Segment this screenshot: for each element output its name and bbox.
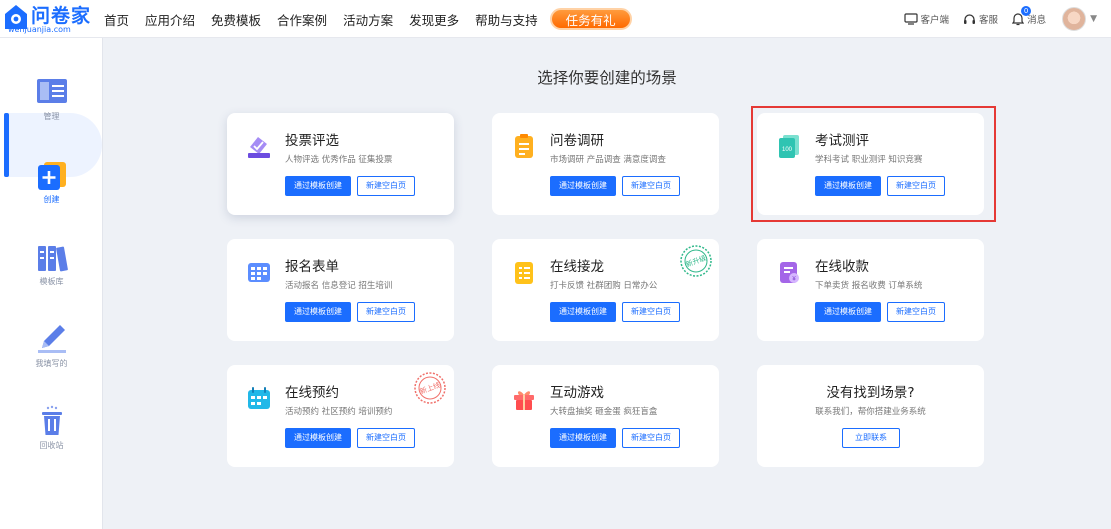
card-title: 报名表单 bbox=[285, 259, 339, 275]
nav-help[interactable]: 帮助与支持 bbox=[475, 10, 538, 29]
sidebar-item-template-library[interactable]: 模板库 bbox=[0, 243, 103, 313]
new-upgrade-stamp: 新升级 bbox=[680, 245, 712, 277]
page-title: 选择你要创建的场景 bbox=[537, 69, 677, 87]
sidebar-item-my-filled[interactable]: 我填写的 bbox=[0, 322, 103, 392]
chevron-down-icon[interactable]: ▼ bbox=[1090, 14, 1097, 24]
create-blank-button[interactable]: 新建空白页 bbox=[357, 302, 415, 322]
card-title: 在线接龙 bbox=[550, 259, 604, 275]
nav-home[interactable]: 首页 bbox=[104, 10, 129, 29]
card-not-found: 没有找到场景? 联系我们，帮你搭建业务系统 立即联系 bbox=[757, 365, 984, 467]
create-from-template-button[interactable]: 通过模板创建 bbox=[815, 302, 881, 322]
card-subtitle: 人物评选 优秀作品 征集投票 bbox=[285, 155, 393, 165]
create-from-template-button[interactable]: 通过模板创建 bbox=[550, 176, 616, 196]
client-label: 客户端 bbox=[920, 15, 950, 26]
gift-icon bbox=[514, 391, 534, 410]
create-from-template-button[interactable]: 通过模板创建 bbox=[285, 302, 351, 322]
messages-link[interactable]: 0 消息 bbox=[1012, 6, 1046, 26]
relay-icon bbox=[515, 262, 533, 284]
card-subtitle: 活动报名 信息登记 招生培训 bbox=[285, 281, 393, 291]
card-subtitle: 大转盘抽奖 砸金蛋 疯狂盲盒 bbox=[550, 407, 658, 417]
service-label: 客服 bbox=[979, 15, 999, 26]
create-from-template-button[interactable]: 通过模板创建 bbox=[550, 428, 616, 448]
card-relay[interactable]: 在线接龙 打卡反馈 社群团购 日常办公 通过模板创建 新建空白页 新升级 bbox=[492, 239, 719, 341]
not-found-title: 没有找到场景? bbox=[826, 385, 915, 401]
top-right-tools: 客户端 客服 0 消息 ▼ bbox=[890, 0, 1097, 38]
create-blank-button[interactable]: 新建空白页 bbox=[622, 176, 680, 196]
monitor-icon bbox=[903, 13, 918, 25]
template-library-icon bbox=[38, 246, 68, 272]
create-blank-button[interactable]: 新建空白页 bbox=[887, 302, 945, 322]
card-registration[interactable]: 报名表单 活动报名 信息登记 招生培训 通过模板创建 新建空白页 bbox=[227, 239, 454, 341]
card-payment[interactable]: ¥ 在线收款 下单卖货 报名收费 订单系统 通过模板创建 新建空白页 bbox=[757, 239, 984, 341]
create-icon bbox=[38, 162, 66, 190]
sidebar-label-my-filled: 我填写的 bbox=[35, 359, 68, 368]
sidebar-label-trash: 回收站 bbox=[39, 441, 64, 450]
vote-icon bbox=[248, 137, 270, 158]
top-bar: 问卷家 wenjuanjia.com 首页 应用介绍 免费模板 合作案例 活动方… bbox=[0, 0, 1111, 38]
headset-icon bbox=[964, 13, 976, 24]
card-subtitle: 活动预约 社区预约 培训预约 bbox=[285, 407, 393, 417]
create-blank-button[interactable]: 新建空白页 bbox=[357, 176, 415, 196]
card-title: 在线预约 bbox=[285, 385, 339, 401]
sidebar-label-template-library: 模板库 bbox=[39, 277, 64, 286]
card-booking[interactable]: 在线预约 活动预约 社区预约 培训预约 通过模板创建 新建空白页 新上线 bbox=[227, 365, 454, 467]
user-avatar[interactable] bbox=[1062, 7, 1087, 31]
task-reward-button[interactable]: 任务有礼 bbox=[549, 8, 632, 30]
create-blank-button[interactable]: 新建空白页 bbox=[622, 302, 680, 322]
card-subtitle: 市场调研 产品调查 满意度调查 bbox=[550, 155, 666, 165]
create-blank-button[interactable]: 新建空白页 bbox=[357, 428, 415, 448]
new-launch-stamp: 新上线 bbox=[414, 372, 446, 404]
form-icon bbox=[248, 263, 270, 282]
card-title: 在线收款 bbox=[815, 259, 869, 275]
pen-icon bbox=[38, 325, 66, 353]
calendar-icon bbox=[248, 387, 270, 409]
not-found-subtitle: 联系我们，帮你搭建业务系统 bbox=[815, 407, 926, 417]
sidebar-label-manage: 管理 bbox=[43, 112, 60, 121]
stamp-text: 新上线 bbox=[419, 380, 442, 396]
card-vote[interactable]: 投票评选 人物评选 优秀作品 征集投票 通过模板创建 新建空白页 bbox=[227, 113, 454, 215]
card-survey[interactable]: 问卷调研 市场调研 产品调查 满意度调查 通过模板创建 新建空白页 bbox=[492, 113, 719, 215]
card-title: 互动游戏 bbox=[550, 385, 604, 401]
nav-discover[interactable]: 发现更多 bbox=[409, 10, 459, 29]
logo-domain: wenjuanjia.com bbox=[8, 25, 71, 34]
trash-icon bbox=[42, 405, 62, 435]
nav-activities[interactable]: 活动方案 bbox=[343, 10, 393, 29]
card-game[interactable]: 互动游戏 大转盘抽奖 砸金蛋 疯狂盲盒 通过模板创建 新建空白页 bbox=[492, 365, 719, 467]
client-link[interactable]: 客户端 bbox=[903, 12, 950, 26]
card-title: 问卷调研 bbox=[550, 133, 604, 149]
main-nav: 首页 应用介绍 免费模板 合作案例 活动方案 发现更多 帮助与支持 任务有礼 bbox=[104, 0, 632, 38]
logo[interactable]: 问卷家 wenjuanjia.com bbox=[4, 3, 102, 35]
logo-name: 问卷家 bbox=[31, 5, 92, 27]
card-title: 投票评选 bbox=[285, 133, 339, 149]
service-link[interactable]: 客服 bbox=[963, 12, 998, 26]
message-count-badge: 0 bbox=[1021, 6, 1032, 16]
sidebar-item-manage[interactable]: 管理 bbox=[0, 76, 103, 146]
survey-icon bbox=[515, 134, 533, 158]
card-subtitle: 下单卖货 报名收费 订单系统 bbox=[815, 281, 923, 291]
nav-free-templates[interactable]: 免费模板 bbox=[211, 10, 261, 29]
selection-highlight-box bbox=[751, 106, 996, 222]
contact-now-button[interactable]: 立即联系 bbox=[842, 428, 900, 448]
stamp-text: 新升级 bbox=[685, 253, 708, 269]
sidebar-label-create: 创建 bbox=[43, 195, 60, 204]
nav-app-intro[interactable]: 应用介绍 bbox=[145, 10, 195, 29]
create-from-template-button[interactable]: 通过模板创建 bbox=[550, 302, 616, 322]
payment-icon: ¥ bbox=[780, 262, 799, 283]
create-from-template-button[interactable]: 通过模板创建 bbox=[285, 176, 351, 196]
sidebar-item-create[interactable]: 创建 bbox=[0, 160, 103, 230]
create-from-template-button[interactable]: 通过模板创建 bbox=[285, 428, 351, 448]
manage-icon bbox=[37, 79, 67, 103]
nav-cases[interactable]: 合作案例 bbox=[277, 10, 327, 29]
sidebar-item-trash[interactable]: 回收站 bbox=[0, 405, 103, 475]
create-blank-button[interactable]: 新建空白页 bbox=[622, 428, 680, 448]
card-subtitle: 打卡反馈 社群团购 日常办公 bbox=[550, 281, 658, 291]
